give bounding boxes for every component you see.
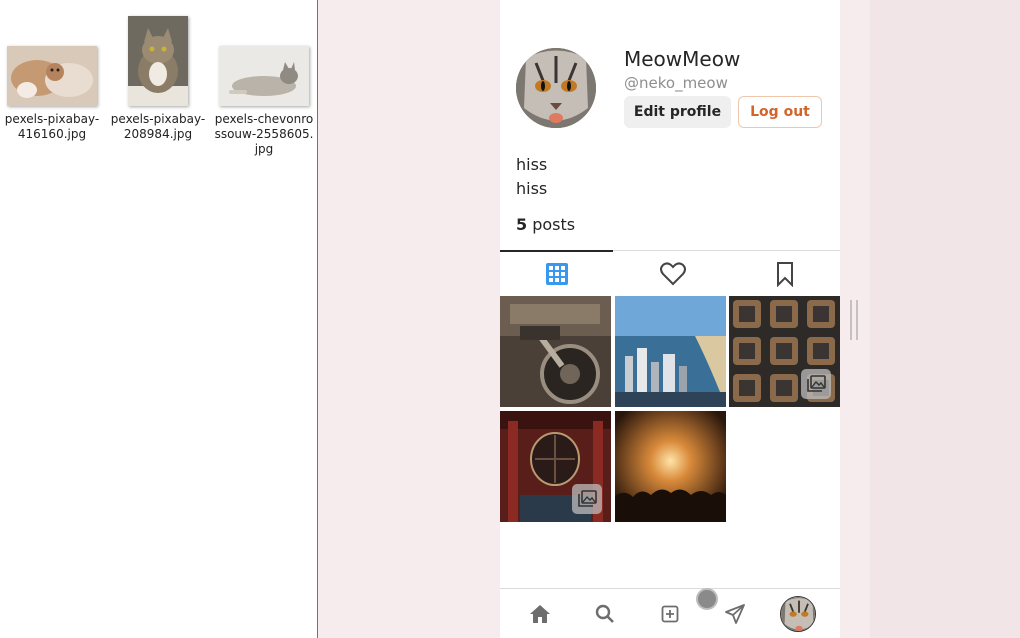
gallery-icon bbox=[807, 375, 826, 392]
profile-username: MeowMeow bbox=[624, 47, 741, 71]
search-icon bbox=[595, 604, 614, 623]
nav-add-post[interactable] bbox=[648, 589, 692, 638]
profile-avatar-icon bbox=[780, 596, 816, 632]
profile-page: MeowMeow @neko_meow Edit profile Log out… bbox=[500, 0, 840, 638]
profile-avatar[interactable] bbox=[516, 48, 596, 128]
multi-image-badge bbox=[572, 484, 602, 514]
resize-handle[interactable] bbox=[850, 300, 858, 340]
logout-button[interactable]: Log out bbox=[738, 96, 822, 128]
tab-saved[interactable] bbox=[728, 251, 841, 296]
bottom-navigation bbox=[500, 588, 840, 638]
profile-tabs bbox=[500, 250, 840, 295]
home-icon bbox=[530, 605, 550, 623]
tab-liked[interactable] bbox=[616, 251, 729, 296]
send-icon bbox=[725, 604, 745, 624]
file-name: pexels-pixabay-208984.jpg bbox=[110, 112, 206, 141]
posts-count: 5 posts bbox=[516, 215, 575, 234]
file-name: pexels-chevonrossouw-2558605.jpg bbox=[214, 112, 314, 156]
nav-profile[interactable] bbox=[776, 589, 820, 638]
file-explorer: pexels-pixabay-416160.jpg pexels-pixabay… bbox=[0, 0, 318, 638]
heart-icon bbox=[659, 261, 686, 285]
file-item[interactable]: pexels-pixabay-416160.jpg bbox=[2, 14, 102, 142]
city-coast-image bbox=[615, 296, 726, 407]
bio-line: hiss bbox=[516, 155, 548, 174]
file-thumbnail bbox=[219, 46, 309, 106]
bookmark-icon bbox=[776, 261, 793, 287]
post-thumbnail[interactable] bbox=[500, 411, 611, 522]
nav-home[interactable] bbox=[518, 589, 562, 638]
nav-messages[interactable] bbox=[713, 589, 757, 638]
profile-bio: hiss hiss bbox=[516, 153, 547, 201]
bio-line: hiss bbox=[516, 179, 548, 198]
gallery-icon bbox=[578, 490, 597, 507]
posts-count-number: 5 bbox=[516, 215, 528, 234]
post-thumbnail[interactable] bbox=[615, 411, 726, 522]
motorcycle-image bbox=[500, 296, 611, 407]
nav-search[interactable] bbox=[583, 589, 627, 638]
file-thumbnail bbox=[128, 16, 188, 106]
cursor-indicator bbox=[696, 588, 718, 610]
file-item[interactable]: pexels-pixabay-208984.jpg bbox=[108, 14, 208, 142]
cat-avatar-image bbox=[516, 48, 596, 128]
edit-profile-button[interactable]: Edit profile bbox=[624, 96, 731, 128]
post-thumbnail[interactable] bbox=[615, 296, 726, 407]
background-strip bbox=[870, 0, 1020, 638]
file-item[interactable]: pexels-chevonrossouw-2558605.jpg bbox=[214, 14, 314, 157]
multi-image-badge bbox=[801, 369, 831, 399]
file-name: pexels-pixabay-416160.jpg bbox=[4, 112, 100, 141]
tab-posts[interactable] bbox=[500, 250, 613, 295]
posts-count-label: posts bbox=[527, 215, 576, 234]
add-post-icon bbox=[661, 605, 679, 623]
file-thumbnail bbox=[7, 46, 97, 106]
post-thumbnail[interactable] bbox=[729, 296, 840, 407]
profile-handle: @neko_meow bbox=[624, 74, 728, 92]
concert-image bbox=[615, 411, 726, 522]
post-thumbnail[interactable] bbox=[500, 296, 611, 407]
grid-icon bbox=[545, 262, 568, 285]
